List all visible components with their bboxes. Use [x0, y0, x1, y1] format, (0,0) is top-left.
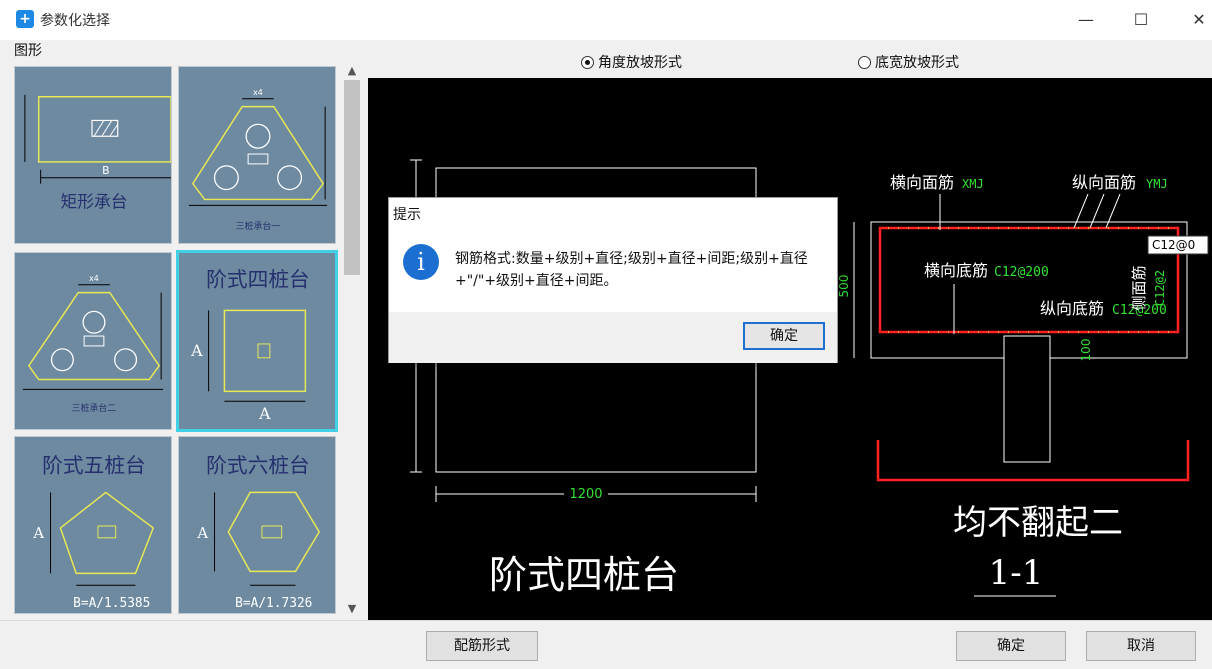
gallery-scrollbar[interactable]: ▲ ▼	[341, 60, 363, 660]
label-ymj: 纵向面筋	[1072, 173, 1136, 192]
shape-thumb-three-pile-1[interactable]: x4 三桩承台一	[178, 66, 336, 244]
label-ydj: 纵向底筋	[1040, 299, 1104, 318]
radio-unchecked-icon	[858, 55, 871, 69]
slope-mode-row: 角度放坡形式 底宽放坡形式	[368, 40, 1212, 78]
hint-dialog: 提示 i 钢筋格式:数量+级别+直径;级别+直径+间距;级别+直径+"/"+级别…	[388, 197, 838, 363]
shape-thumb-rect[interactable]: B 矩形承台	[14, 66, 172, 244]
label-xmj: 横向面筋	[890, 173, 954, 192]
title-bar: + 参数化选择 — ☐ ✕	[0, 0, 1212, 40]
shape-thumb-stepped-five-pile[interactable]: 阶式五桩台 A B=A/1.5385	[14, 436, 172, 614]
thumb-label: 阶式四桩台	[206, 268, 310, 292]
thumb-dim-a-bottom: A	[258, 404, 271, 423]
thumb-dim-a: A	[196, 525, 208, 542]
code-xdj: C12@200	[994, 265, 1049, 280]
thumb-formula: B=A/1.5385	[73, 596, 150, 611]
plan-title: 阶式四桩台	[489, 553, 679, 597]
section-height-100: 100	[1079, 339, 1093, 362]
thumb-label: 三桩承台一	[236, 220, 280, 232]
scroll-up-icon[interactable]: ▲	[341, 62, 363, 80]
thumb-dim-a: A	[32, 525, 44, 542]
dialog-title: 提示	[393, 207, 421, 223]
label-xdj: 横向底筋	[924, 261, 988, 280]
section-name: 1-1	[989, 553, 1044, 593]
thumb-dim-a: A	[190, 341, 203, 360]
side-code: C12@2	[1153, 270, 1167, 306]
maximize-button[interactable]: ☐	[1121, 6, 1161, 34]
close-button[interactable]: ✕	[1179, 6, 1212, 34]
shape-gallery: B 矩形承台 x4 三桩承台一 x4 三桩承台二 阶式四桩台 A A 阶式五桩台…	[10, 60, 340, 656]
scrollbar-thumb[interactable]	[344, 80, 360, 275]
dialog-footer: 确定	[389, 312, 837, 363]
ok-button[interactable]: 确定	[956, 631, 1066, 661]
section-height-500: 500	[837, 275, 851, 298]
thumb-label: 三桩承台二	[72, 402, 116, 414]
window-title: 参数化选择	[40, 13, 110, 29]
radio-checked-icon	[581, 55, 594, 69]
minimize-button[interactable]: —	[1066, 6, 1106, 34]
thumb-label: 阶式六桩台	[206, 454, 310, 478]
parametric-selection-window: + 参数化选择 — ☐ ✕ 图形 B 矩形承台 x4 三桩承台一 x4 三桩承台…	[0, 0, 1212, 669]
thumb-dim: x4	[89, 274, 99, 283]
thumb-label: 阶式五桩台	[42, 454, 146, 478]
shape-panel: 图形 B 矩形承台 x4 三桩承台一 x4 三桩承台二 阶式四桩台 A A 阶式…	[0, 40, 367, 660]
rebar-form-button[interactable]: 配筋形式	[426, 631, 538, 661]
bottom-bar: 配筋形式 确定 取消	[0, 620, 1212, 669]
radio-width-slope[interactable]: 底宽放坡形式	[858, 52, 959, 72]
dialog-ok-button[interactable]: 确定	[743, 322, 825, 350]
shape-thumb-stepped-four-pile[interactable]: 阶式四桩台 A A	[176, 250, 338, 432]
radio-angle-slope[interactable]: 角度放坡形式	[581, 52, 682, 72]
side-label: 侧面筋	[1130, 265, 1148, 310]
app-logo-icon: +	[16, 10, 34, 28]
cancel-button[interactable]: 取消	[1086, 631, 1196, 661]
tooltip-code: C12@0	[1152, 238, 1195, 252]
radio-angle-label: 角度放坡形式	[598, 55, 682, 71]
thumb-dim: x4	[253, 88, 263, 97]
code-ymj: YMJ	[1146, 177, 1168, 191]
shape-thumb-three-pile-2[interactable]: x4 三桩承台二	[14, 252, 172, 430]
shape-group-label: 图形	[12, 40, 44, 60]
radio-width-label: 底宽放坡形式	[875, 55, 959, 71]
plan-width-dim: 1200	[569, 487, 602, 502]
info-icon: i	[403, 244, 439, 280]
shape-thumb-stepped-six-pile[interactable]: 阶式六桩台 A B=A/1.7326	[178, 436, 336, 614]
dialog-message: 钢筋格式:数量+级别+直径;级别+直径+间距;级别+直径+"/"+级别+直径+间…	[455, 251, 808, 289]
scroll-down-icon[interactable]: ▼	[341, 600, 363, 618]
section-note: 均不翻起二	[953, 503, 1123, 543]
thumb-dim-b: B	[102, 164, 109, 177]
thumb-label: 矩形承台	[60, 191, 127, 211]
code-xmj: XMJ	[962, 177, 984, 191]
thumb-formula: B=A/1.7326	[235, 596, 312, 611]
